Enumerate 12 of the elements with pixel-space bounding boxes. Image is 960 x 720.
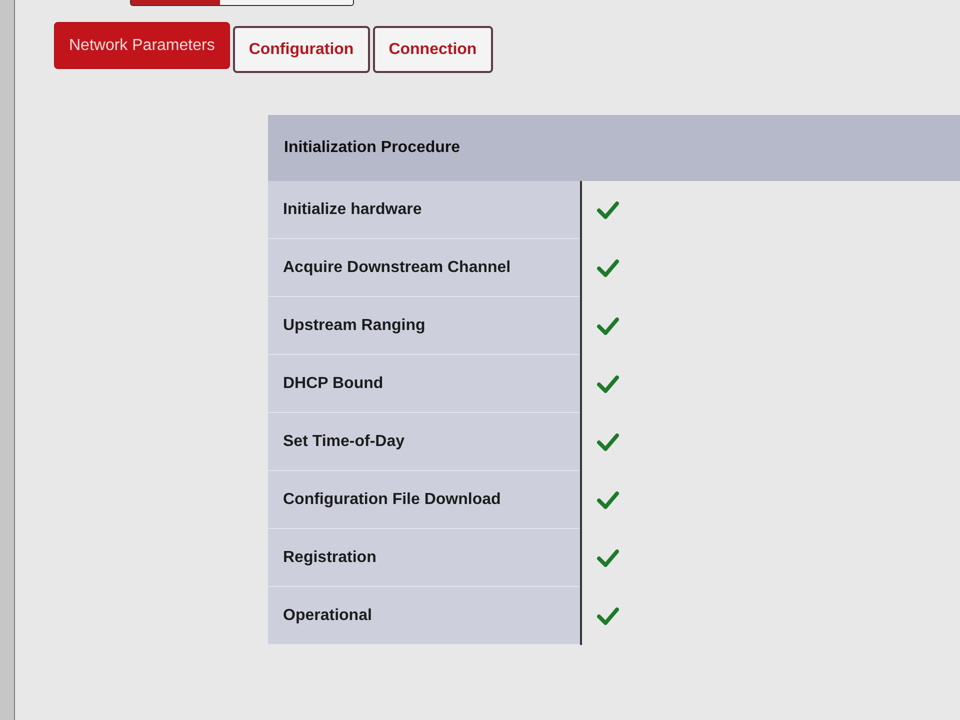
step-label: Registration xyxy=(268,529,580,587)
tab[interactable]: Network Parameters xyxy=(54,22,230,69)
step-label: Operational xyxy=(268,587,580,645)
step-label: Initialize hardware xyxy=(268,181,580,239)
tab[interactable]: Connection xyxy=(372,26,493,73)
step-label: Set Time-of-Day xyxy=(268,413,580,471)
step-label: Upstream Ranging xyxy=(268,297,580,355)
step-label: DHCP Bound xyxy=(268,355,580,413)
step-label: Configuration File Download xyxy=(268,471,580,529)
step-label: Acquire Downstream Channel xyxy=(268,239,580,297)
table-header: Initialization Procedure xyxy=(268,115,960,181)
tab[interactable]: Configuration xyxy=(232,26,370,73)
